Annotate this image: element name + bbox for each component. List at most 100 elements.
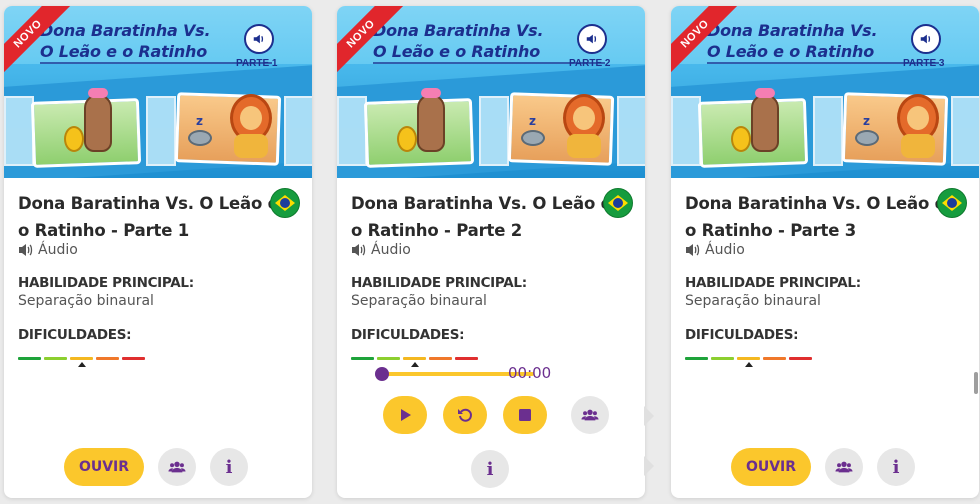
- difficulty-segment: [763, 357, 786, 360]
- lion-body-illustration: [567, 134, 601, 158]
- info-button[interactable]: i: [471, 450, 509, 488]
- film-strip: [951, 96, 979, 166]
- media-type: Áudio: [351, 242, 411, 258]
- skill-label: HABILIDADE PRINCIPAL:: [685, 275, 861, 291]
- difficulty-segment: [403, 357, 426, 360]
- card-thumbnail[interactable]: z Dona Baratinha Vs. O Leão e o Ratinho …: [4, 6, 312, 178]
- speaker-icon: [577, 24, 607, 54]
- stop-button[interactable]: [503, 396, 547, 434]
- mouse-illustration: [188, 130, 212, 146]
- card-actions: OUVIR i: [731, 448, 915, 486]
- card-title[interactable]: Dona Baratinha Vs. O Leão e o Ratinho - …: [18, 190, 280, 244]
- group-icon: [835, 461, 853, 473]
- film-strip: [4, 96, 34, 166]
- film-strip: [671, 96, 701, 166]
- info-icon: i: [892, 456, 900, 478]
- speaker-icon: [352, 244, 366, 256]
- card-title[interactable]: Dona Baratinha Vs. O Leão e o Ratinho - …: [685, 190, 947, 244]
- brazil-flag-icon: [603, 188, 633, 218]
- difficulty-label: DIFICULDADES:: [18, 327, 132, 343]
- new-ribbon: NOVO: [671, 6, 741, 76]
- sleep-z-icon: z: [196, 114, 203, 128]
- listen-button[interactable]: OUVIR: [64, 448, 144, 486]
- flower-illustration: [88, 88, 108, 98]
- difficulty-label: DIFICULDADES:: [685, 327, 799, 343]
- lion-face-illustration: [907, 106, 929, 130]
- media-type: Áudio: [685, 242, 745, 258]
- thumbnail-part-label: PARTE 1: [236, 58, 278, 69]
- playback-time: 00:00: [508, 364, 552, 382]
- film-strip: [617, 96, 645, 166]
- card-thumbnail[interactable]: z Dona Baratinha Vs. O Leão e o Ratinho …: [337, 6, 645, 178]
- flower-illustration: [421, 88, 441, 98]
- difficulty-segment: [377, 357, 400, 360]
- new-ribbon-label: NOVO: [671, 6, 738, 76]
- skill-value: Separação binaural: [685, 293, 821, 309]
- speaker-icon: [19, 244, 33, 256]
- difficulty-scale: [18, 357, 145, 360]
- difficulty-segment: [18, 357, 41, 360]
- group-button[interactable]: [825, 448, 863, 486]
- card-title[interactable]: Dona Baratinha Vs. O Leão e o Ratinho - …: [351, 190, 613, 244]
- sleep-z-icon: z: [529, 114, 536, 128]
- new-ribbon-label: NOVO: [4, 6, 71, 76]
- speaker-icon: [244, 24, 274, 54]
- activity-card: z Dona Baratinha Vs. O Leão e o Ratinho …: [671, 6, 979, 498]
- media-type-label: Áudio: [705, 242, 745, 258]
- skill-label: HABILIDADE PRINCIPAL:: [351, 275, 527, 291]
- sleep-z-icon: z: [863, 114, 870, 128]
- film-strip: [479, 96, 509, 166]
- info-button[interactable]: i: [210, 448, 248, 486]
- group-icon: [168, 461, 186, 473]
- replay-button[interactable]: [443, 396, 487, 434]
- play-icon: [401, 409, 411, 421]
- thumbnail-part-label: PARTE 2: [569, 58, 611, 69]
- media-type-label: Áudio: [38, 242, 78, 258]
- thumbnail-part-label: PARTE 3: [903, 58, 945, 69]
- stop-icon: [519, 409, 531, 421]
- lion-body-illustration: [234, 134, 268, 158]
- group-icon: [581, 409, 599, 421]
- difficulty-segment: [737, 357, 760, 360]
- media-type: Áudio: [18, 242, 78, 258]
- difficulty-scale: [685, 357, 812, 360]
- lion-body-illustration: [901, 134, 935, 158]
- group-button[interactable]: [571, 396, 609, 434]
- coin-illustration: [731, 126, 751, 152]
- difficulty-segment: [685, 357, 708, 360]
- brazil-flag-icon: [937, 188, 967, 218]
- film-strip: [146, 96, 176, 166]
- difficulty-segment: [711, 357, 734, 360]
- card-actions: OUVIR i: [64, 448, 248, 486]
- difficulty-segment: [455, 357, 478, 360]
- play-button[interactable]: [383, 396, 427, 434]
- film-strip: [337, 96, 367, 166]
- difficulty-scale: [351, 357, 478, 360]
- listen-button[interactable]: OUVIR: [731, 448, 811, 486]
- difficulty-label: DIFICULDADES:: [351, 327, 465, 343]
- difficulty-segment: [122, 357, 145, 360]
- difficulty-segment: [44, 357, 67, 360]
- skill-label: HABILIDADE PRINCIPAL:: [18, 275, 194, 291]
- player-controls: [383, 396, 609, 434]
- replay-icon: [458, 408, 472, 422]
- speaker-icon: [911, 24, 941, 54]
- coin-illustration: [64, 126, 84, 152]
- flower-illustration: [755, 88, 775, 98]
- skill-value: Separação binaural: [351, 293, 487, 309]
- difficulty-segment: [70, 357, 93, 360]
- lion-face-illustration: [240, 106, 262, 130]
- film-strip: [813, 96, 843, 166]
- scrollbar-thumb[interactable]: [974, 372, 978, 394]
- cockroach-illustration: [751, 94, 779, 152]
- brazil-flag-icon: [270, 188, 300, 218]
- mouse-illustration: [855, 130, 879, 146]
- speaker-icon: [686, 244, 700, 256]
- difficulty-segment: [429, 357, 452, 360]
- media-type-label: Áudio: [371, 242, 411, 258]
- progress-knob[interactable]: [375, 367, 389, 381]
- card-thumbnail[interactable]: z Dona Baratinha Vs. O Leão e o Ratinho …: [671, 6, 979, 178]
- group-button[interactable]: [158, 448, 196, 486]
- difficulty-segment: [789, 357, 812, 360]
- info-button[interactable]: i: [877, 448, 915, 486]
